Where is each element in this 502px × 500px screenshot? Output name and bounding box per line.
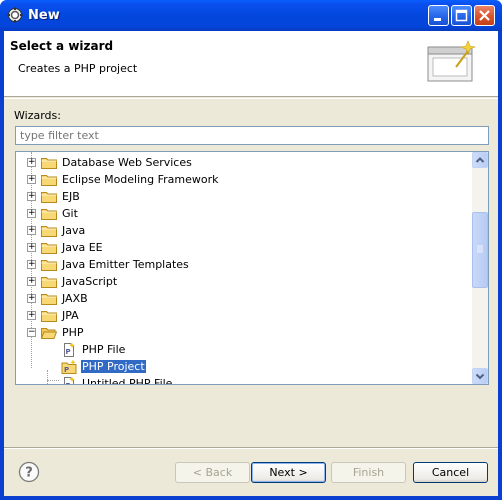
folder-icon [41, 226, 57, 237]
page-description: Creates a PHP project [18, 62, 138, 75]
dialog-body: Select a wizard Creates a PHP project Wi… [4, 31, 498, 496]
tree-item-java-ee[interactable]: + Java EE [16, 239, 472, 256]
expand-toggle[interactable]: + [27, 226, 36, 235]
title-bar[interactable]: New [0, 0, 502, 31]
tree-item-label: JAXB [62, 292, 88, 305]
tree-item-php-file[interactable]: P PHP File [16, 341, 472, 358]
window-title: New [28, 8, 60, 23]
expand-toggle[interactable]: + [27, 243, 36, 252]
expand-toggle[interactable]: + [27, 294, 36, 303]
tree-item-label: JavaScript [62, 275, 118, 288]
scroll-thumb[interactable] [472, 212, 488, 288]
maximize-icon [455, 9, 468, 22]
folder-icon [41, 311, 57, 322]
grip-icon [477, 245, 483, 253]
next-button[interactable]: Next > [251, 462, 326, 483]
folder-icon [41, 277, 57, 288]
chevron-down-icon [475, 373, 485, 380]
tree-item-label: JPA [62, 309, 79, 322]
tree-item-label: EJB [62, 190, 80, 203]
wizard-header: Select a wizard Creates a PHP project [4, 31, 498, 97]
expand-toggle[interactable]: + [27, 311, 36, 320]
svg-text:?: ? [25, 466, 33, 481]
svg-text:P: P [66, 382, 71, 385]
folder-icon [41, 260, 57, 271]
maximize-button[interactable] [451, 5, 472, 26]
svg-text:P: P [66, 348, 71, 356]
tree-item-php-project[interactable]: P PHP Project [16, 358, 472, 375]
folder-icon [41, 175, 57, 186]
tree-item-label: PHP [62, 326, 84, 339]
new-wizard-window: New Select a wizard Creates a PHP projec… [0, 0, 502, 500]
scroll-down-button[interactable] [472, 368, 488, 384]
wizards-label: Wizards: [14, 109, 61, 122]
php-file-icon: P [64, 342, 75, 357]
back-button[interactable]: < Back [175, 462, 250, 483]
tree-item-java-emitter-templates[interactable]: + Java Emitter Templates [16, 256, 472, 273]
expand-toggle[interactable]: + [27, 175, 36, 184]
collapse-toggle[interactable]: − [27, 328, 36, 337]
tree-item-javascript[interactable]: + JavaScript [16, 273, 472, 290]
expand-toggle[interactable]: + [27, 158, 36, 167]
expand-toggle[interactable]: + [27, 277, 36, 286]
filter-input[interactable] [15, 126, 489, 145]
chevron-up-icon [475, 157, 485, 163]
tree-item-label: Eclipse Modeling Framework [62, 173, 219, 186]
tree-item-label: Java Emitter Templates [62, 258, 189, 271]
close-icon [479, 10, 490, 21]
cancel-button[interactable]: Cancel [413, 462, 488, 483]
minimize-button[interactable] [428, 5, 449, 26]
finish-button[interactable]: Finish [331, 462, 406, 483]
tree-item-label: Database Web Services [62, 156, 192, 169]
scroll-up-button[interactable] [472, 152, 488, 168]
php-file-icon: P [64, 376, 75, 385]
folder-icon [41, 209, 57, 220]
folder-icon [41, 294, 57, 305]
tree-item-label: Java EE [62, 241, 103, 254]
tree-item-jaxb[interactable]: + JAXB [16, 290, 472, 307]
tree-item-label: Untitled PHP File [82, 377, 173, 385]
tree-item-untitled-php-file[interactable]: P Untitled PHP File [16, 375, 472, 385]
close-button[interactable] [474, 5, 495, 26]
tree-item-git[interactable]: + Git [16, 205, 472, 222]
tree-item-eclipse-modeling-framework[interactable]: + Eclipse Modeling Framework [16, 171, 472, 188]
wizard-tree[interactable]: + Database Web Services + Eclipse Modeli… [15, 151, 489, 385]
tree-item-label: Java [62, 224, 86, 237]
php-project-icon: P [61, 359, 77, 374]
help-icon[interactable]: ? [18, 461, 40, 483]
expand-toggle[interactable]: + [27, 260, 36, 269]
wizard-banner-icon [427, 40, 477, 82]
tree-item-ejb[interactable]: + EJB [16, 188, 472, 205]
folder-icon [41, 243, 57, 254]
tree-item-php[interactable]: − PHP [16, 324, 472, 341]
tree-item-jpa[interactable]: + JPA [16, 307, 472, 324]
expand-toggle[interactable]: + [27, 209, 36, 218]
minimize-icon [434, 18, 441, 21]
tree-item-java[interactable]: + Java [16, 222, 472, 239]
eclipse-gear-icon [7, 7, 23, 23]
page-title: Select a wizard [10, 39, 114, 53]
folder-open-icon [41, 328, 57, 339]
svg-text:P: P [64, 366, 69, 374]
tree-item-label: PHP File [82, 343, 126, 356]
tree-item-label: Git [62, 207, 78, 220]
expand-toggle[interactable]: + [27, 192, 36, 201]
tree-scrollbar[interactable] [472, 152, 488, 384]
tree-item-label: PHP Project [81, 360, 146, 373]
folder-icon [41, 192, 57, 203]
folder-icon [41, 158, 57, 169]
tree-item-database-web-services[interactable]: + Database Web Services [16, 154, 472, 171]
